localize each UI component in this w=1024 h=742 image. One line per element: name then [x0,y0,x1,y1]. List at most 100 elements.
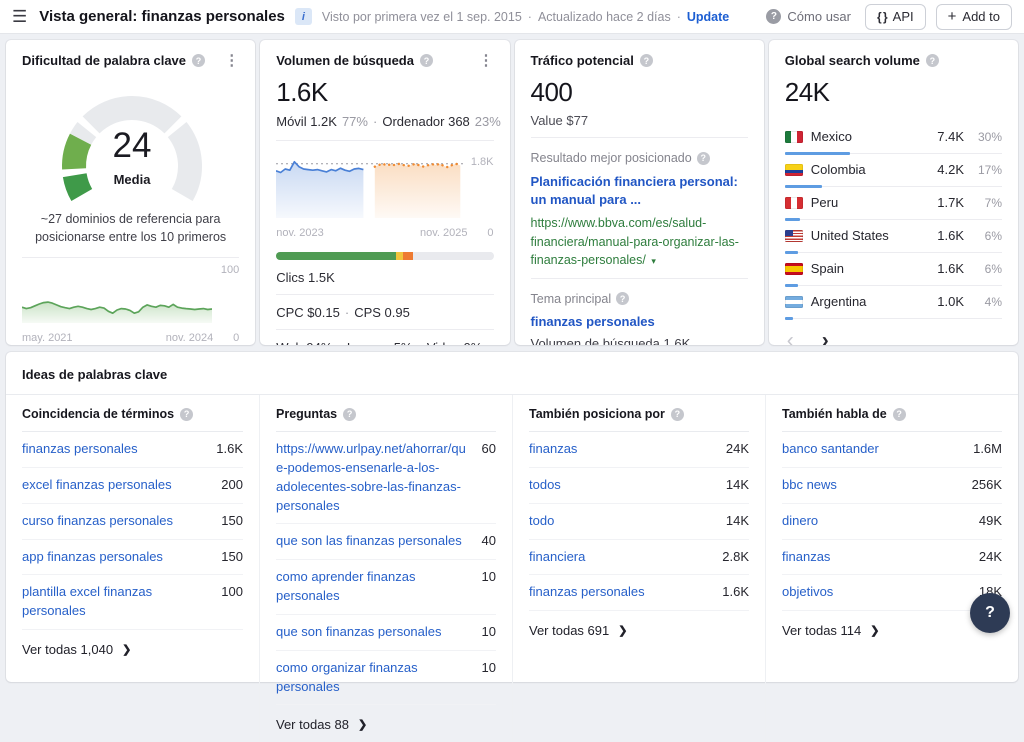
pager-next-icon[interactable]: › [822,330,829,345]
axis-date-start: may. 2021 [22,332,73,344]
keyword-row: app finanzas personales 150 [22,540,243,576]
see-all-label: Ver todas 88 [276,717,349,732]
help-icon[interactable]: ? [893,408,906,421]
kd-history-section: 100 may. 2021 nov. 2024 0 [22,257,239,345]
topbar: ☰ Vista general: finanzas personales i V… [0,0,1024,34]
country-row[interactable]: Argentina 1.0K 4% [785,286,1002,319]
help-icon[interactable]: ? [343,408,356,421]
help-icon[interactable]: ? [671,408,684,421]
keyword-row: https://www.urlpay.net/ahorrar/que-podem… [276,432,496,524]
see-all-link[interactable]: Ver todas 1,040 ❯ [22,630,243,657]
info-badge-icon[interactable]: i [295,8,312,25]
country-row[interactable]: Spain 1.6K 6% [785,253,1002,286]
keyword-row: como organizar finanzas personales 10 [276,651,496,706]
keyword-link[interactable]: finanzas personales [22,440,206,459]
keyword-link[interactable]: financiera [529,548,712,567]
pager-prev-icon[interactable]: ‹ [787,330,794,345]
parent-topic-link[interactable]: finanzas personales [531,314,748,329]
keyword-link[interactable]: app finanzas personales [22,548,211,567]
help-circle-icon: ? [766,9,781,24]
country-volume: 1.6K [937,261,964,276]
keyword-link[interactable]: todos [529,476,716,495]
help-fab-button[interactable]: ? [970,593,1010,633]
top-result-title-link[interactable]: Planificación financiera personal: un ma… [531,173,748,209]
parent-topic-volume: Volumen de búsqueda 1.6K [531,336,748,345]
country-percent: 6% [972,262,1002,276]
keyword-volume: 1.6K [722,583,749,599]
kd-gauge: 24 Media [22,70,242,208]
keyword-volume: 100 [221,583,243,599]
axis-date-start: nov. 2023 [276,227,324,239]
also-talk-about-column: También habla de ? banco santander 1.6M … [765,395,1018,742]
keyword-link[interactable]: finanzas [529,440,716,459]
keyword-volume: 49K [979,512,1002,528]
see-all-link[interactable]: Ver todas 114 ❯ [782,611,1002,638]
country-volume: 1.7K [937,195,964,210]
first-seen-text: Visto por primera vez el 1 sep. 2015 [322,10,522,24]
serp-breakdown-line: Web 94% · Imagen 5% · Video 0% · Noticia… [276,340,493,345]
add-to-button[interactable]: + Add to [936,4,1012,30]
country-name: Argentina [811,294,930,309]
help-icon[interactable]: ? [192,54,205,67]
kd-level-label: Media [22,172,242,187]
country-row[interactable]: United States 1.6K 6% [785,220,1002,253]
country-percent: 6% [972,229,1002,243]
how-to-use-link[interactable]: ? Cómo usar [766,9,851,24]
add-to-button-label: Add to [962,9,1000,24]
column-header: También habla de [782,407,887,421]
help-icon[interactable]: ? [640,54,653,67]
device-split: Móvil 1.2K 77% · Ordenador 368 23% [276,114,493,129]
keyword-volume: 40 [482,532,496,548]
help-icon[interactable]: ? [616,292,629,305]
country-row[interactable]: Mexico 7.4K 30% [785,121,1002,154]
keyword-ideas-title: Ideas de palabras clave [6,352,1018,395]
keyword-link[interactable]: finanzas [782,548,969,567]
kebab-menu-icon[interactable]: ⋮ [479,53,494,68]
keyword-link[interactable]: objetivos [782,583,969,602]
card-title: Dificultad de palabra clave [22,53,186,68]
keyword-link[interactable]: todo [529,512,716,531]
keyword-volume: 200 [221,476,243,492]
keyword-volume: 10 [482,568,496,584]
keyword-link[interactable]: curso finanzas personales [22,512,211,531]
keyword-row: como aprender finanzas personales 10 [276,560,496,615]
keyword-link[interactable]: excel finanzas personales [22,476,211,495]
clicks-value: Clics 1.5K [276,270,493,285]
keyword-link[interactable]: https://www.urlpay.net/ahorrar/que-podem… [276,440,472,515]
keyword-link[interactable]: que son las finanzas personales [276,532,472,551]
clicks-bar-segment-organic [276,252,395,260]
help-icon[interactable]: ? [420,54,433,67]
keyword-link[interactable]: bbc news [782,476,962,495]
see-all-link[interactable]: Ver todas 88 ❯ [276,705,496,732]
see-all-link[interactable]: Ver todas 691 ❯ [529,611,749,638]
updated-text: Actualizado hace 2 días [538,10,671,24]
keyword-row: que son las finanzas personales 40 [276,524,496,560]
country-flag-icon [785,131,803,143]
keyword-link[interactable]: finanzas personales [529,583,712,602]
menu-icon[interactable]: ☰ [12,7,27,27]
api-button[interactable]: { } API [865,4,926,30]
keyword-link[interactable]: plantilla excel finanzas personales [22,583,211,621]
kebab-menu-icon[interactable]: ⋮ [224,53,239,68]
column-header: Preguntas [276,407,337,421]
country-row[interactable]: Colombia 4.2K 17% [785,154,1002,187]
update-link[interactable]: Update [687,10,729,24]
clicks-bar-segment-paid [396,252,404,260]
keyword-link[interactable]: como organizar finanzas personales [276,659,472,697]
country-volume: 1.0K [937,294,964,309]
caret-down-icon[interactable]: ▾ [651,256,656,266]
keyword-link[interactable]: banco santander [782,440,963,459]
help-icon[interactable]: ? [180,408,193,421]
column-header: También posiciona por [529,407,665,421]
keyword-link[interactable]: como aprender finanzas personales [276,568,472,606]
gridline-label: 1.8K [471,156,494,168]
top-result-label: Resultado mejor posicionado [531,151,692,165]
country-row[interactable]: Peru 1.7K 7% [785,187,1002,220]
chevron-right-icon: ❯ [618,624,627,637]
top-result-url[interactable]: https://www.bbva.com/es/salud-financiera… [531,214,748,268]
help-icon[interactable]: ? [697,152,710,165]
clicks-bar-segment-other [403,252,413,260]
keyword-link[interactable]: dinero [782,512,969,531]
chevron-right-icon: ❯ [358,718,367,731]
help-icon[interactable]: ? [926,54,939,67]
